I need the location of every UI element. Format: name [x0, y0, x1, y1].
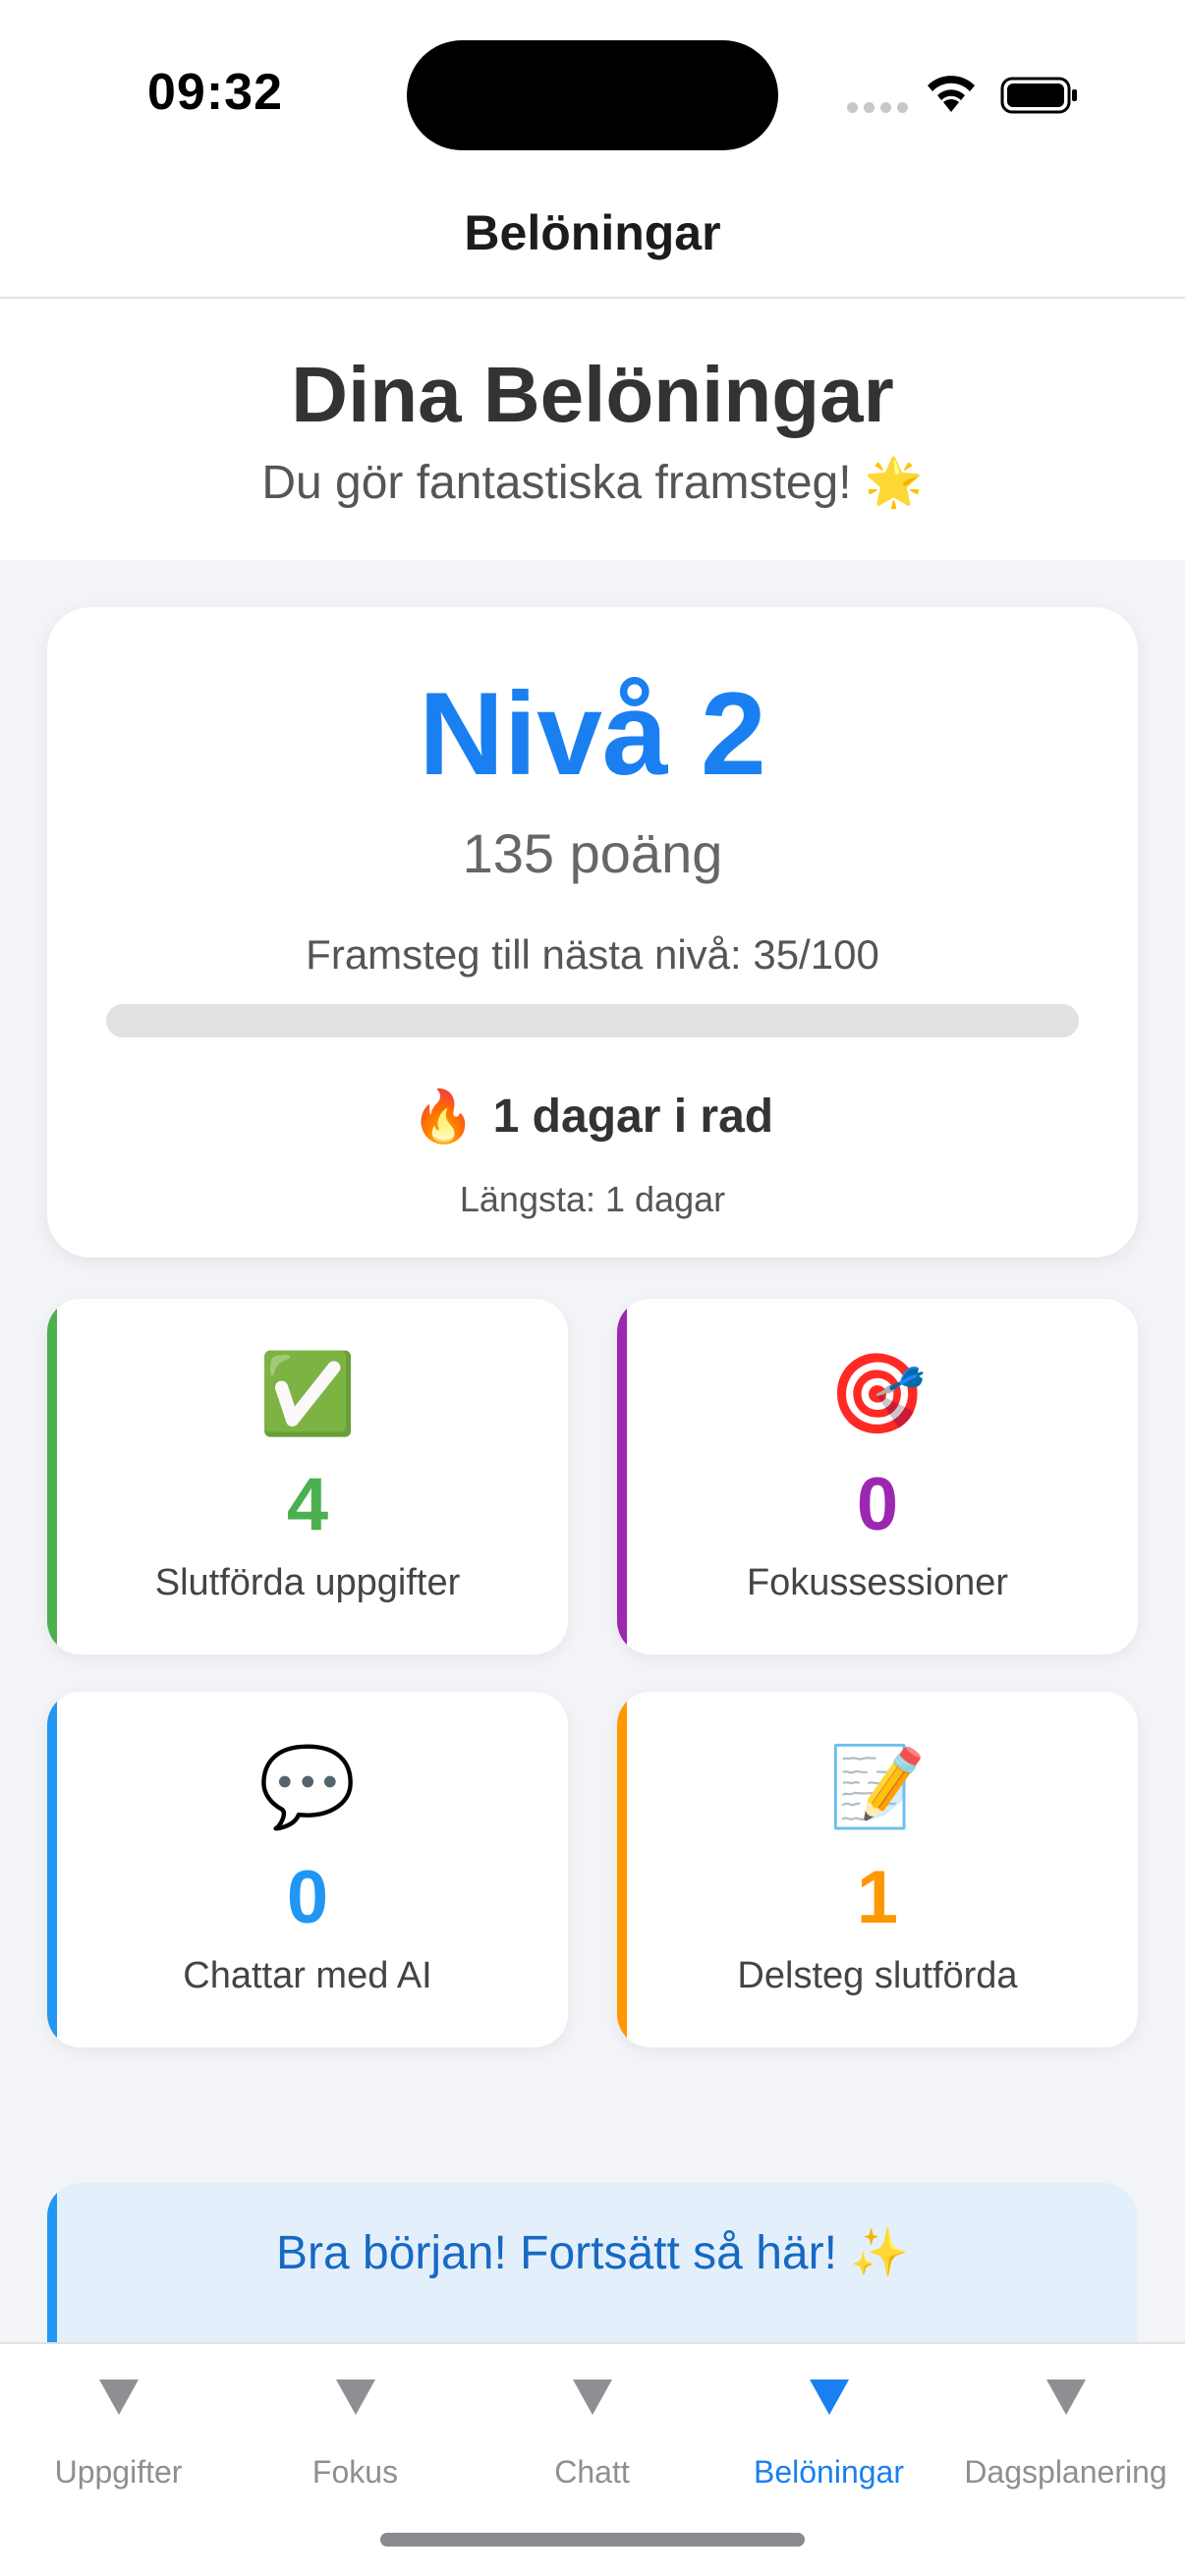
level-card: Nivå 2 135 poäng Framsteg till nästa niv…: [47, 607, 1138, 1258]
tab-label: Dagsplanering: [964, 2454, 1167, 2490]
triangle-down-icon: [335, 2380, 375, 2415]
cellular-signal-icon: [847, 102, 908, 113]
triangle-down-icon: [572, 2380, 612, 2415]
tab-dagsplanering[interactable]: Dagsplanering: [947, 2344, 1184, 2501]
level-progress-bar: [106, 1004, 1079, 1037]
stat-label: Fokussessioner: [746, 1562, 1009, 1603]
stat-card-focus-sessions: 🎯 0 Fokussessioner: [617, 1299, 1138, 1654]
rewards-screen: 09:32 Belöningar Dina Belöningar Du gör …: [0, 0, 1185, 2576]
rewards-header: Dina Belöningar Du gör fantastiska frams…: [0, 299, 1185, 560]
fire-icon: 🔥: [411, 1089, 476, 1146]
streak-row: 🔥 1 dagar i rad: [47, 1087, 1138, 1147]
tab-uppgifter[interactable]: Uppgifter: [0, 2344, 237, 2501]
encouragement-text: Bra början! Fortsätt så här! ✨: [275, 2227, 909, 2279]
tab-label: Fokus: [311, 2454, 399, 2490]
navigation-bar: Belöningar: [0, 187, 1185, 299]
tab-label: Belöningar: [754, 2454, 904, 2490]
tab-chatt[interactable]: Chatt: [474, 2344, 710, 2501]
tab-beloningar[interactable]: Belöningar: [710, 2344, 947, 2501]
stat-value: 4: [286, 1463, 329, 1546]
stat-card-substeps: 📝 1 Delsteg slutförda: [617, 1692, 1138, 2047]
longest-streak: Längsta: 1 dagar: [459, 1179, 726, 1219]
battery-icon: [1000, 77, 1077, 114]
stat-label: Delsteg slutförda: [737, 1955, 1018, 1996]
dynamic-island: [407, 40, 778, 150]
stat-card-completed-tasks: ✅ 4 Slutförda uppgifter: [47, 1299, 568, 1654]
stat-label: Slutförda uppgifter: [154, 1562, 461, 1603]
stat-card-ai-chats: 💬 0 Chattar med AI: [47, 1692, 568, 2047]
triangle-down-icon: [98, 2380, 139, 2415]
tab-fokus[interactable]: Fokus: [237, 2344, 474, 2501]
page-subtitle: Du gör fantastiska framsteg! 🌟: [261, 457, 924, 509]
triangle-down-icon: [809, 2380, 849, 2415]
page-title: Dina Belöningar: [291, 351, 894, 438]
triangle-down-icon: [1045, 2380, 1086, 2415]
stat-value: 1: [856, 1856, 899, 1939]
speech-bubble-icon: 💬: [258, 1743, 357, 1830]
home-indicator[interactable]: [380, 2533, 805, 2547]
stat-label: Chattar med AI: [183, 1955, 432, 1996]
nav-title: Belöningar: [464, 205, 721, 260]
tab-label: Uppgifter: [54, 2454, 183, 2490]
status-time: 09:32: [147, 64, 283, 121]
wifi-icon: [928, 76, 975, 112]
level-title: Nivå 2: [419, 668, 766, 800]
checkmark-icon: ✅: [258, 1350, 357, 1437]
stat-value: 0: [286, 1856, 329, 1939]
memo-icon: 📝: [828, 1743, 927, 1830]
tab-label: Chatt: [554, 2454, 630, 2490]
points-total: 135 poäng: [462, 822, 723, 884]
streak-count: 1 dagar i rad: [492, 1091, 774, 1143]
stat-value: 0: [856, 1463, 899, 1546]
target-icon: 🎯: [828, 1350, 927, 1437]
progress-label: Framsteg till nästa nivå: 35/100: [306, 931, 879, 978]
status-bar: 09:32: [0, 0, 1185, 187]
